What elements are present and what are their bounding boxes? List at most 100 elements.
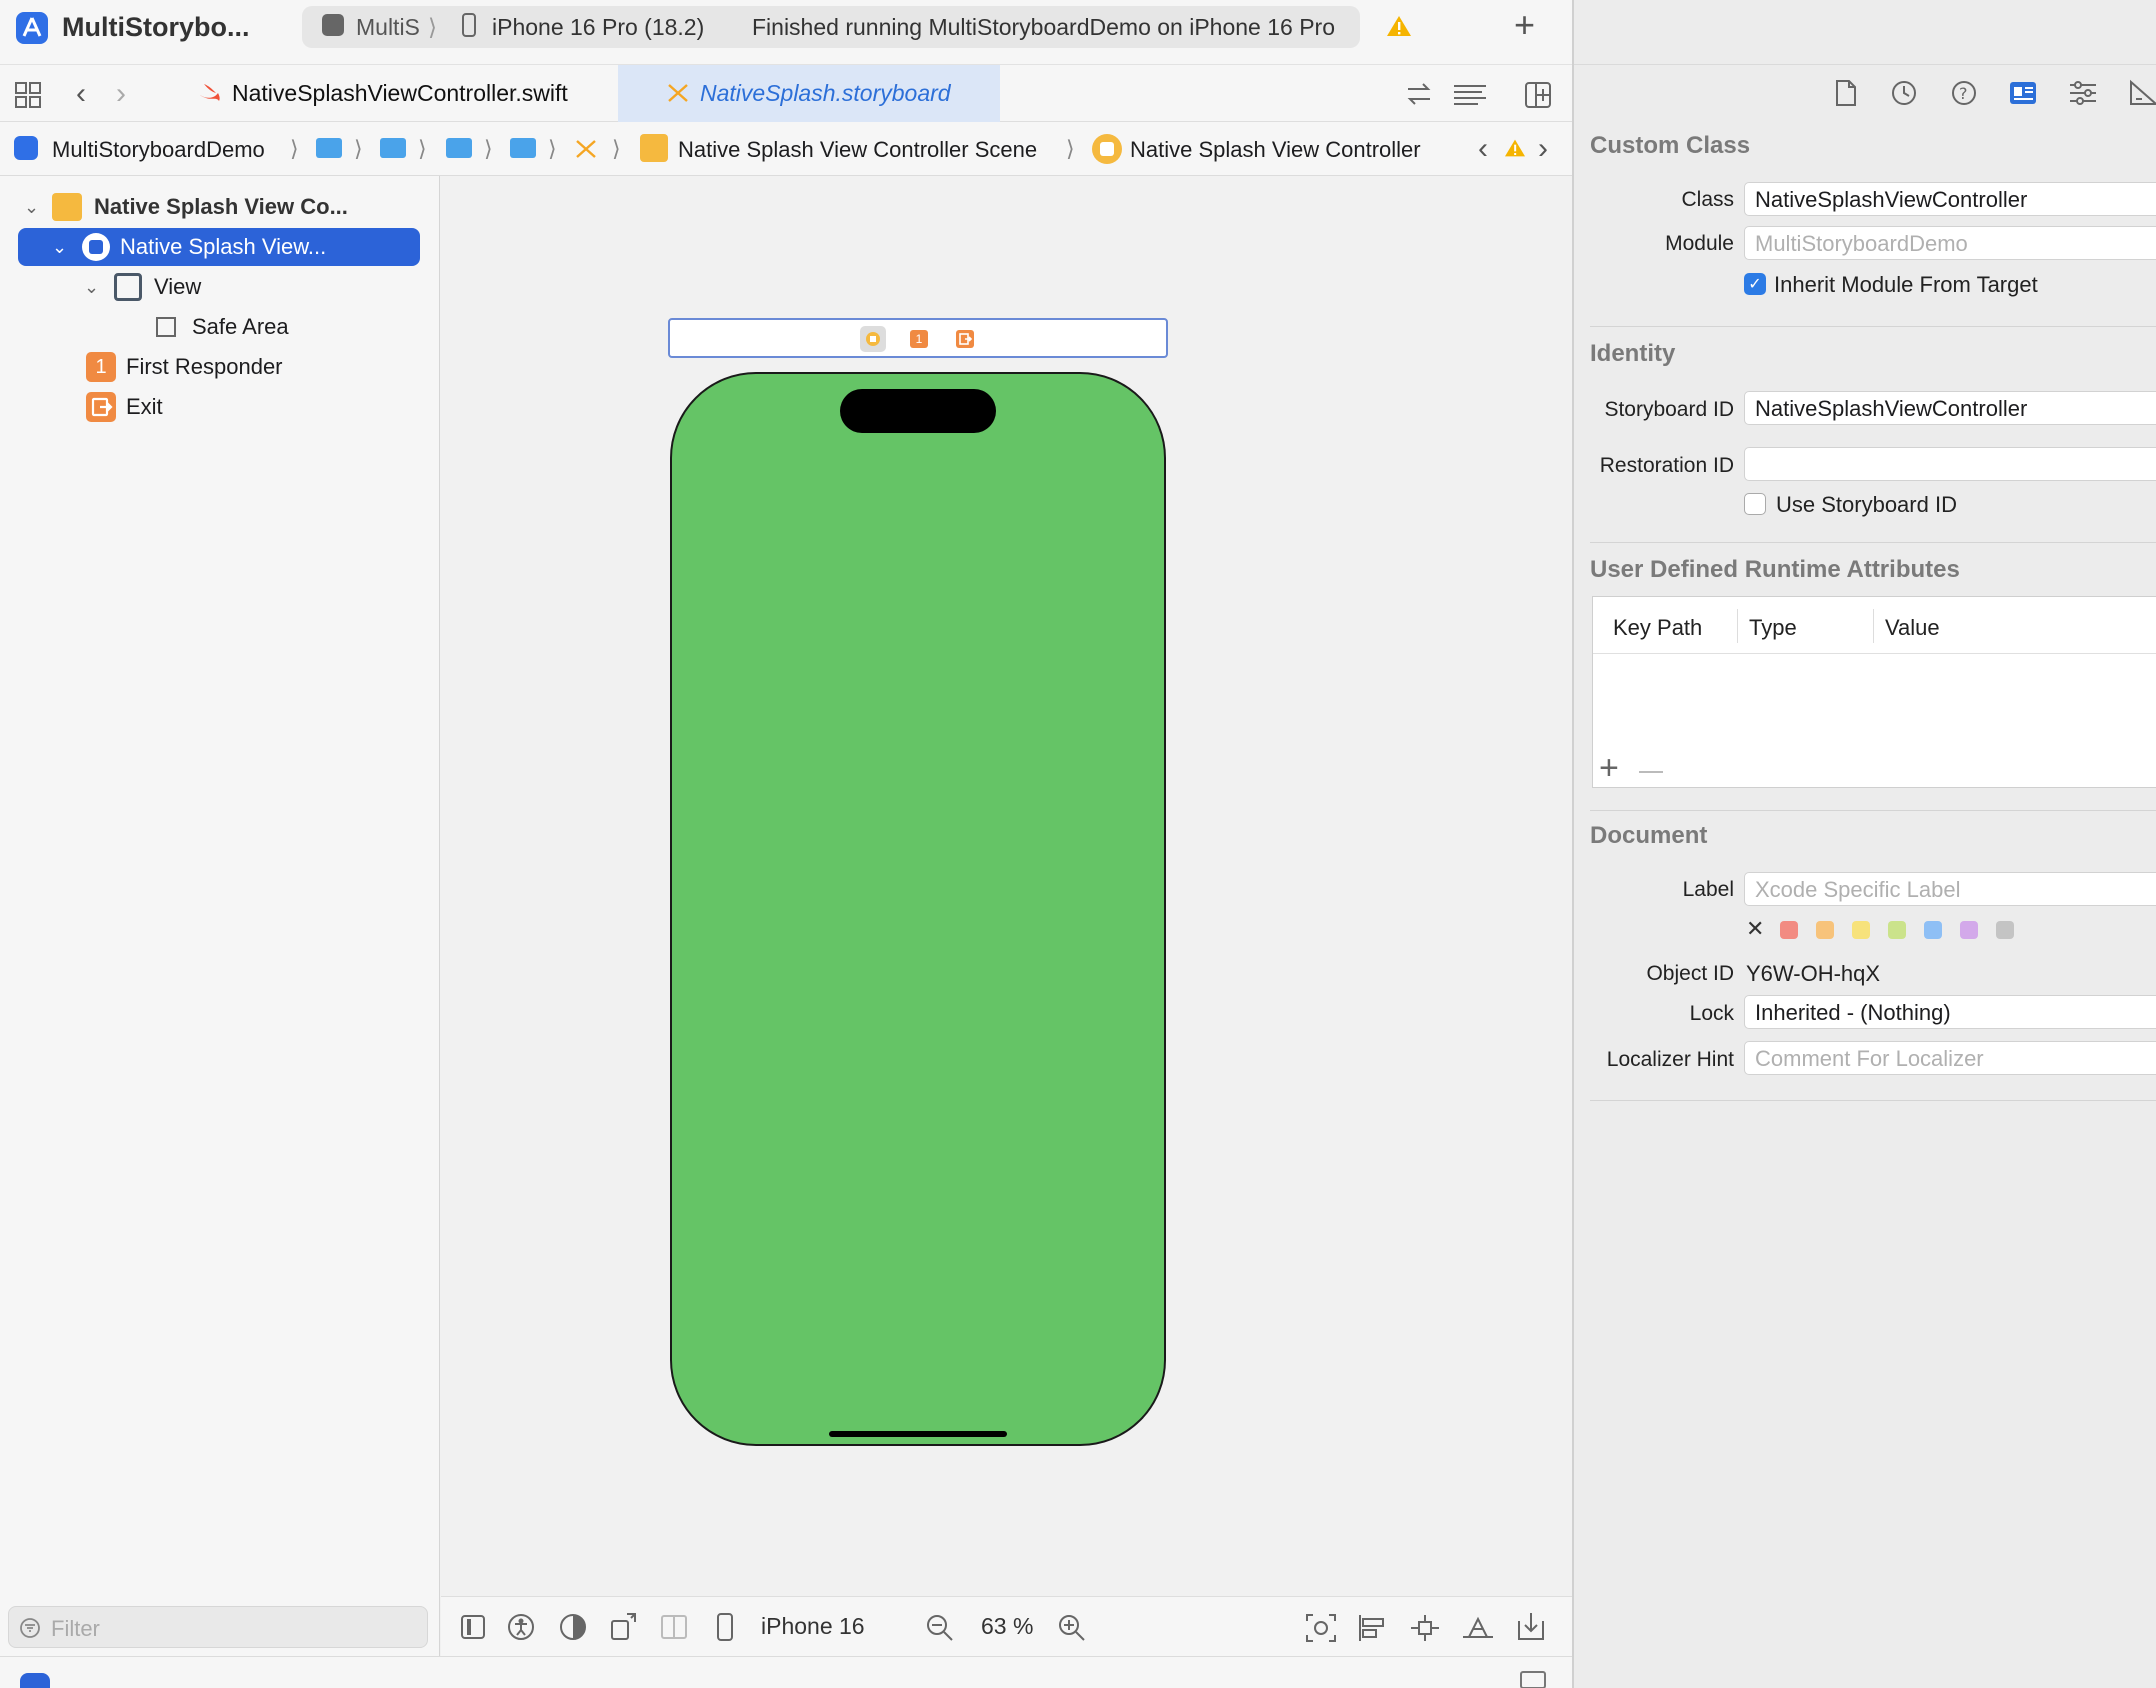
label-color-red[interactable]: [1780, 921, 1798, 939]
add-constraints-icon[interactable]: [1409, 1613, 1441, 1643]
help-inspector-icon[interactable]: ?: [1950, 79, 1978, 107]
column-value[interactable]: Value: [1885, 615, 1940, 641]
first-responder-dock-icon[interactable]: 1: [910, 330, 928, 348]
device-icon[interactable]: [717, 1613, 733, 1641]
clear-color-icon[interactable]: ✕: [1746, 916, 1764, 942]
adaptive-layout-icon[interactable]: [661, 1615, 687, 1639]
label-color-blue[interactable]: [1924, 921, 1942, 939]
split-swap-icon[interactable]: [1404, 81, 1434, 107]
iphone-device-icon: [462, 13, 476, 37]
scene-dock[interactable]: 1: [668, 318, 1168, 358]
iphone-view[interactable]: [670, 372, 1166, 1446]
outline-filter-field[interactable]: Filter: [8, 1606, 428, 1648]
outline-scene-row[interactable]: ⌄ Native Splash View Co...: [18, 188, 420, 226]
device-selector[interactable]: iPhone 16: [761, 1613, 865, 1640]
localizer-hint-field[interactable]: Comment For Localizer: [1744, 1041, 2156, 1075]
activity-indicator-icon: [20, 1673, 50, 1688]
warning-icon[interactable]: [1386, 14, 1412, 38]
breadcrumb-controller[interactable]: Native Splash View Controller: [1130, 137, 1421, 163]
zoom-level[interactable]: 63 %: [981, 1613, 1033, 1640]
view-icon: [114, 273, 142, 301]
history-inspector-icon[interactable]: [1890, 79, 1918, 107]
accessibility-icon[interactable]: [507, 1613, 535, 1641]
related-items-grid-icon[interactable]: [14, 81, 42, 109]
outline-safe-area-row[interactable]: Safe Area: [18, 308, 420, 346]
outline-first-responder-row[interactable]: 1 First Responder: [18, 348, 420, 386]
tab-storyboard-label: NativeSplash.storyboard: [700, 80, 951, 106]
breadcrumb-project[interactable]: MultiStoryboardDemo: [52, 137, 265, 163]
tab-swift-file[interactable]: NativeSplashViewController.swift: [150, 65, 616, 122]
activity-status: Finished running MultiStoryboardDemo on …: [752, 14, 1335, 40]
embed-in-icon[interactable]: [1515, 1611, 1547, 1643]
back-chevron-icon[interactable]: ‹: [76, 77, 86, 111]
use-storyboard-id-checkbox[interactable]: [1744, 493, 1766, 515]
forward-chevron-icon[interactable]: ›: [116, 77, 126, 111]
add-icon[interactable]: +: [1514, 7, 1535, 43]
label-color-orange[interactable]: [1816, 921, 1834, 939]
folder-icon[interactable]: [446, 138, 472, 158]
next-issue-icon[interactable]: ›: [1538, 132, 1548, 166]
editor-options-icon[interactable]: [1452, 83, 1488, 107]
canvas-bottom-bar: iPhone 16 63 %: [441, 1596, 1572, 1656]
resolve-issues-icon[interactable]: [1461, 1613, 1495, 1643]
remove-attribute-icon[interactable]: [1639, 771, 1663, 773]
breadcrumb-scene[interactable]: Native Splash View Controller Scene: [678, 137, 1037, 163]
attributes-inspector-icon[interactable]: [2068, 79, 2098, 107]
run-destination[interactable]: iPhone 16 Pro (18.2): [492, 14, 704, 41]
tab-storyboard-file[interactable]: NativeSplash.storyboard: [618, 65, 1000, 122]
outline-controller-row[interactable]: ⌄ Native Splash View...: [18, 228, 420, 266]
restoration-id-field[interactable]: [1744, 447, 2156, 481]
lock-select[interactable]: Inherited - (Nothing): [1744, 995, 2156, 1029]
disclosure-down-icon[interactable]: ⌄: [18, 197, 52, 218]
identity-inspector-icon[interactable]: [2008, 79, 2038, 107]
exit-dock-icon[interactable]: [956, 330, 974, 348]
disclosure-down-icon[interactable]: ⌄: [52, 237, 82, 258]
scheme-name[interactable]: MultiS: [356, 14, 420, 41]
outline-controller-label: Native Splash View...: [120, 234, 327, 259]
doc-label-field[interactable]: Xcode Specific Label: [1744, 872, 2156, 906]
module-field[interactable]: MultiStoryboardDemo: [1744, 226, 2156, 260]
label-color-green[interactable]: [1888, 921, 1906, 939]
class-field[interactable]: NativeSplashViewController: [1744, 182, 2156, 216]
zoom-out-icon[interactable]: [925, 1613, 955, 1643]
appearance-icon[interactable]: [559, 1613, 587, 1641]
size-inspector-icon[interactable]: [2128, 79, 2156, 107]
breadcrumb-separator: ⟩: [290, 136, 299, 161]
label-color-purple[interactable]: [1960, 921, 1978, 939]
outline-view-label: View: [154, 274, 202, 299]
add-attribute-icon[interactable]: +: [1599, 751, 1619, 785]
column-type[interactable]: Type: [1749, 615, 1797, 641]
toggle-outline-icon[interactable]: [461, 1615, 485, 1639]
view-controller-dock-icon[interactable]: [860, 326, 886, 352]
label-color-yellow[interactable]: [1852, 921, 1870, 939]
debug-area-toggle-icon[interactable]: [1520, 1671, 1546, 1688]
doc-label-label: Label: [1682, 878, 1734, 901]
localizer-hint-label: Localizer Hint: [1606, 1048, 1734, 1071]
section-identity: Identity: [1590, 340, 1676, 367]
folder-icon[interactable]: [510, 138, 536, 158]
column-divider: [1737, 609, 1738, 643]
safe-area-icon: [156, 317, 176, 337]
folder-icon[interactable]: [316, 138, 342, 158]
storyboard-icon[interactable]: [574, 138, 598, 160]
inherit-module-checkbox[interactable]: ✓: [1744, 273, 1766, 295]
column-divider: [1873, 609, 1874, 643]
object-id-value: Y6W-OH-hqX: [1746, 961, 1881, 986]
folder-icon[interactable]: [380, 138, 406, 158]
outline-exit-row[interactable]: Exit: [18, 388, 420, 426]
warning-icon[interactable]: [1504, 138, 1526, 158]
storyboard-id-field[interactable]: NativeSplashViewController: [1744, 391, 2156, 425]
label-color-gray[interactable]: [1996, 921, 2014, 939]
zoom-in-icon[interactable]: [1057, 1613, 1087, 1643]
update-frames-icon[interactable]: [1305, 1613, 1337, 1643]
add-editor-icon[interactable]: [1524, 81, 1552, 109]
file-inspector-icon[interactable]: [1834, 79, 1858, 107]
previous-issue-icon[interactable]: ‹: [1478, 132, 1488, 166]
orientation-icon[interactable]: [609, 1611, 639, 1641]
filter-icon: [19, 1617, 41, 1639]
runtime-attributes-table[interactable]: Key Path Type Value +: [1592, 596, 2156, 788]
outline-view-row[interactable]: ⌄ View: [18, 268, 420, 306]
column-key-path[interactable]: Key Path: [1613, 615, 1702, 641]
disclosure-down-icon[interactable]: ⌄: [84, 277, 114, 298]
align-icon[interactable]: [1357, 1613, 1387, 1643]
